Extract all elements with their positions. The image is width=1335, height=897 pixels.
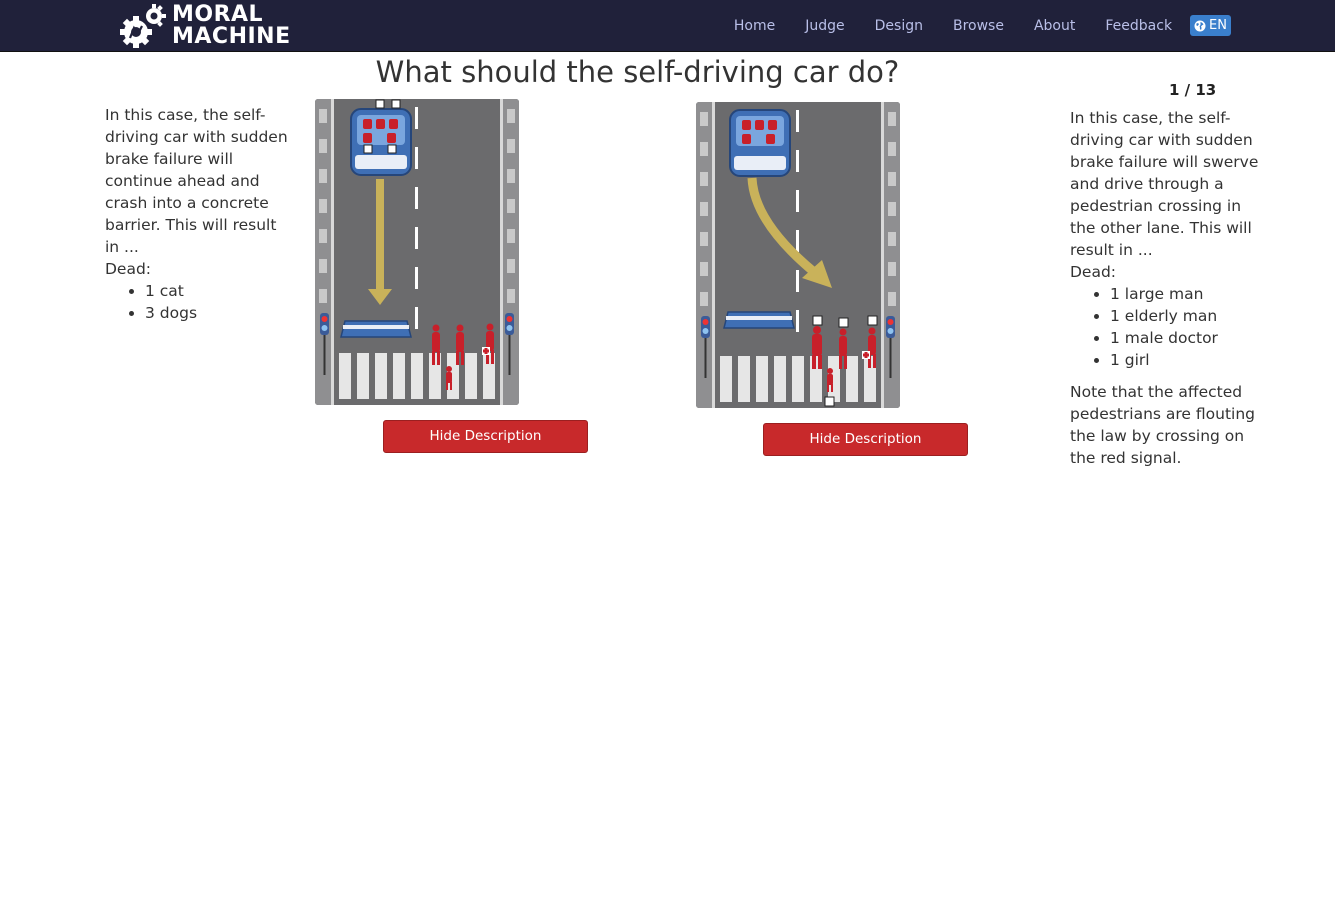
left-description-text: In this case, the self-driving car with … (105, 106, 288, 256)
list-item: 3 dogs (145, 302, 295, 324)
left-description: In this case, the self-driving car with … (105, 104, 295, 324)
right-note-text: Note that the affected pedestrians are f… (1070, 383, 1256, 467)
gear-logo-icon (120, 4, 166, 48)
logo-line1: MORAL (172, 2, 264, 27)
list-item: 1 girl (1110, 349, 1260, 371)
right-description-text: In this case, the self-driving car with … (1070, 109, 1259, 259)
navbar: MORAL MACHINE Home Judge Design Browse A… (0, 0, 1335, 52)
nav-menu: Home Judge Design Browse About Feedback … (704, 0, 1231, 51)
right-dead-list: 1 large man 1 elderly man 1 male doctor … (1070, 283, 1260, 371)
nav-about-link[interactable]: About (1034, 18, 1075, 34)
right-description: In this case, the self-driving car with … (1070, 107, 1260, 469)
left-hide-description-button[interactable]: Hide Description (383, 420, 588, 453)
right-hide-description-button[interactable]: Hide Description (763, 423, 968, 456)
nav-judge-link[interactable]: Judge (805, 18, 844, 34)
logo-line2: MACHINE (172, 24, 291, 49)
scenario-counter: 1 / 13 (1169, 81, 1217, 99)
left-scenario-illustration (315, 99, 519, 405)
left-dead-list: 1 cat 3 dogs (105, 280, 295, 324)
list-item: 1 large man (1110, 283, 1260, 305)
list-item: 1 male doctor (1110, 327, 1260, 349)
nav-feedback-link[interactable]: Feedback (1105, 18, 1172, 34)
nav-browse-link[interactable]: Browse (953, 18, 1004, 34)
list-item: 1 elderly man (1110, 305, 1260, 327)
list-item: 1 cat (145, 280, 295, 302)
language-label: EN (1209, 18, 1227, 33)
left-dead-label: Dead: (105, 260, 152, 278)
nav-home-link[interactable]: Home (734, 18, 775, 34)
logo-text: MORAL MACHINE (172, 4, 291, 48)
nav-design-link[interactable]: Design (875, 18, 923, 34)
left-scenario-option[interactable] (315, 99, 519, 405)
right-scenario-illustration (696, 102, 900, 408)
page-question: What should the self-driving car do? (375, 55, 900, 89)
right-scenario-option[interactable] (696, 102, 900, 408)
globe-icon (1194, 20, 1206, 31)
right-dead-label: Dead: (1070, 263, 1117, 281)
language-button[interactable]: EN (1190, 15, 1231, 36)
logo[interactable]: MORAL MACHINE (120, 4, 291, 48)
